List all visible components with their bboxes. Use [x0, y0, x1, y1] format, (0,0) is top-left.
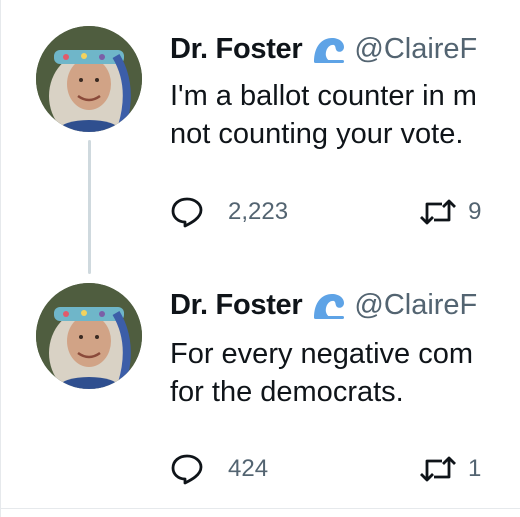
tweet-text: For every negative com for the democrats… — [170, 335, 473, 411]
reply-button[interactable]: 424 — [170, 452, 268, 486]
reply-count: 424 — [228, 455, 269, 482]
tweet-header: Dr. Foster @ClaireF — [170, 288, 477, 322]
avatar[interactable] — [36, 283, 142, 389]
frame-bottom — [0, 508, 520, 509]
tweet-text-line: I'm a ballot counter in m — [170, 80, 477, 112]
tweet-text: I'm a ballot counter in m not counting y… — [170, 77, 477, 153]
retweet-icon — [420, 456, 457, 482]
wave-icon — [312, 290, 346, 320]
tweet-text-line: not counting your vote. — [170, 118, 464, 150]
tweet-header: Dr. Foster @ClaireF — [170, 32, 477, 66]
frame-edge — [0, 0, 1, 517]
retweet-button[interactable]: 1 — [418, 452, 481, 486]
action-bar: 2,223 9 — [170, 195, 481, 229]
display-name[interactable]: Dr. Foster — [170, 289, 303, 322]
tweet-text-line: For every negative com — [170, 338, 474, 370]
reply-button[interactable]: 2,223 — [170, 195, 288, 229]
tweet-text-line: for the democrats. — [170, 376, 404, 408]
avatar[interactable] — [36, 26, 142, 132]
handle[interactable]: @ClaireF — [354, 289, 477, 322]
reply-icon — [171, 197, 203, 228]
retweet-icon — [420, 199, 457, 225]
display-name[interactable]: Dr. Foster — [170, 33, 303, 66]
handle[interactable]: @ClaireF — [354, 33, 477, 66]
thread-connector-line — [88, 140, 91, 274]
wave-icon — [312, 34, 346, 64]
reply-count: 2,223 — [228, 198, 289, 225]
reply-icon — [171, 454, 203, 485]
retweet-button[interactable]: 9 — [418, 195, 481, 229]
retweet-count: 9 — [468, 198, 482, 225]
retweet-count: 1 — [468, 455, 482, 482]
action-bar: 424 1 — [170, 452, 481, 486]
